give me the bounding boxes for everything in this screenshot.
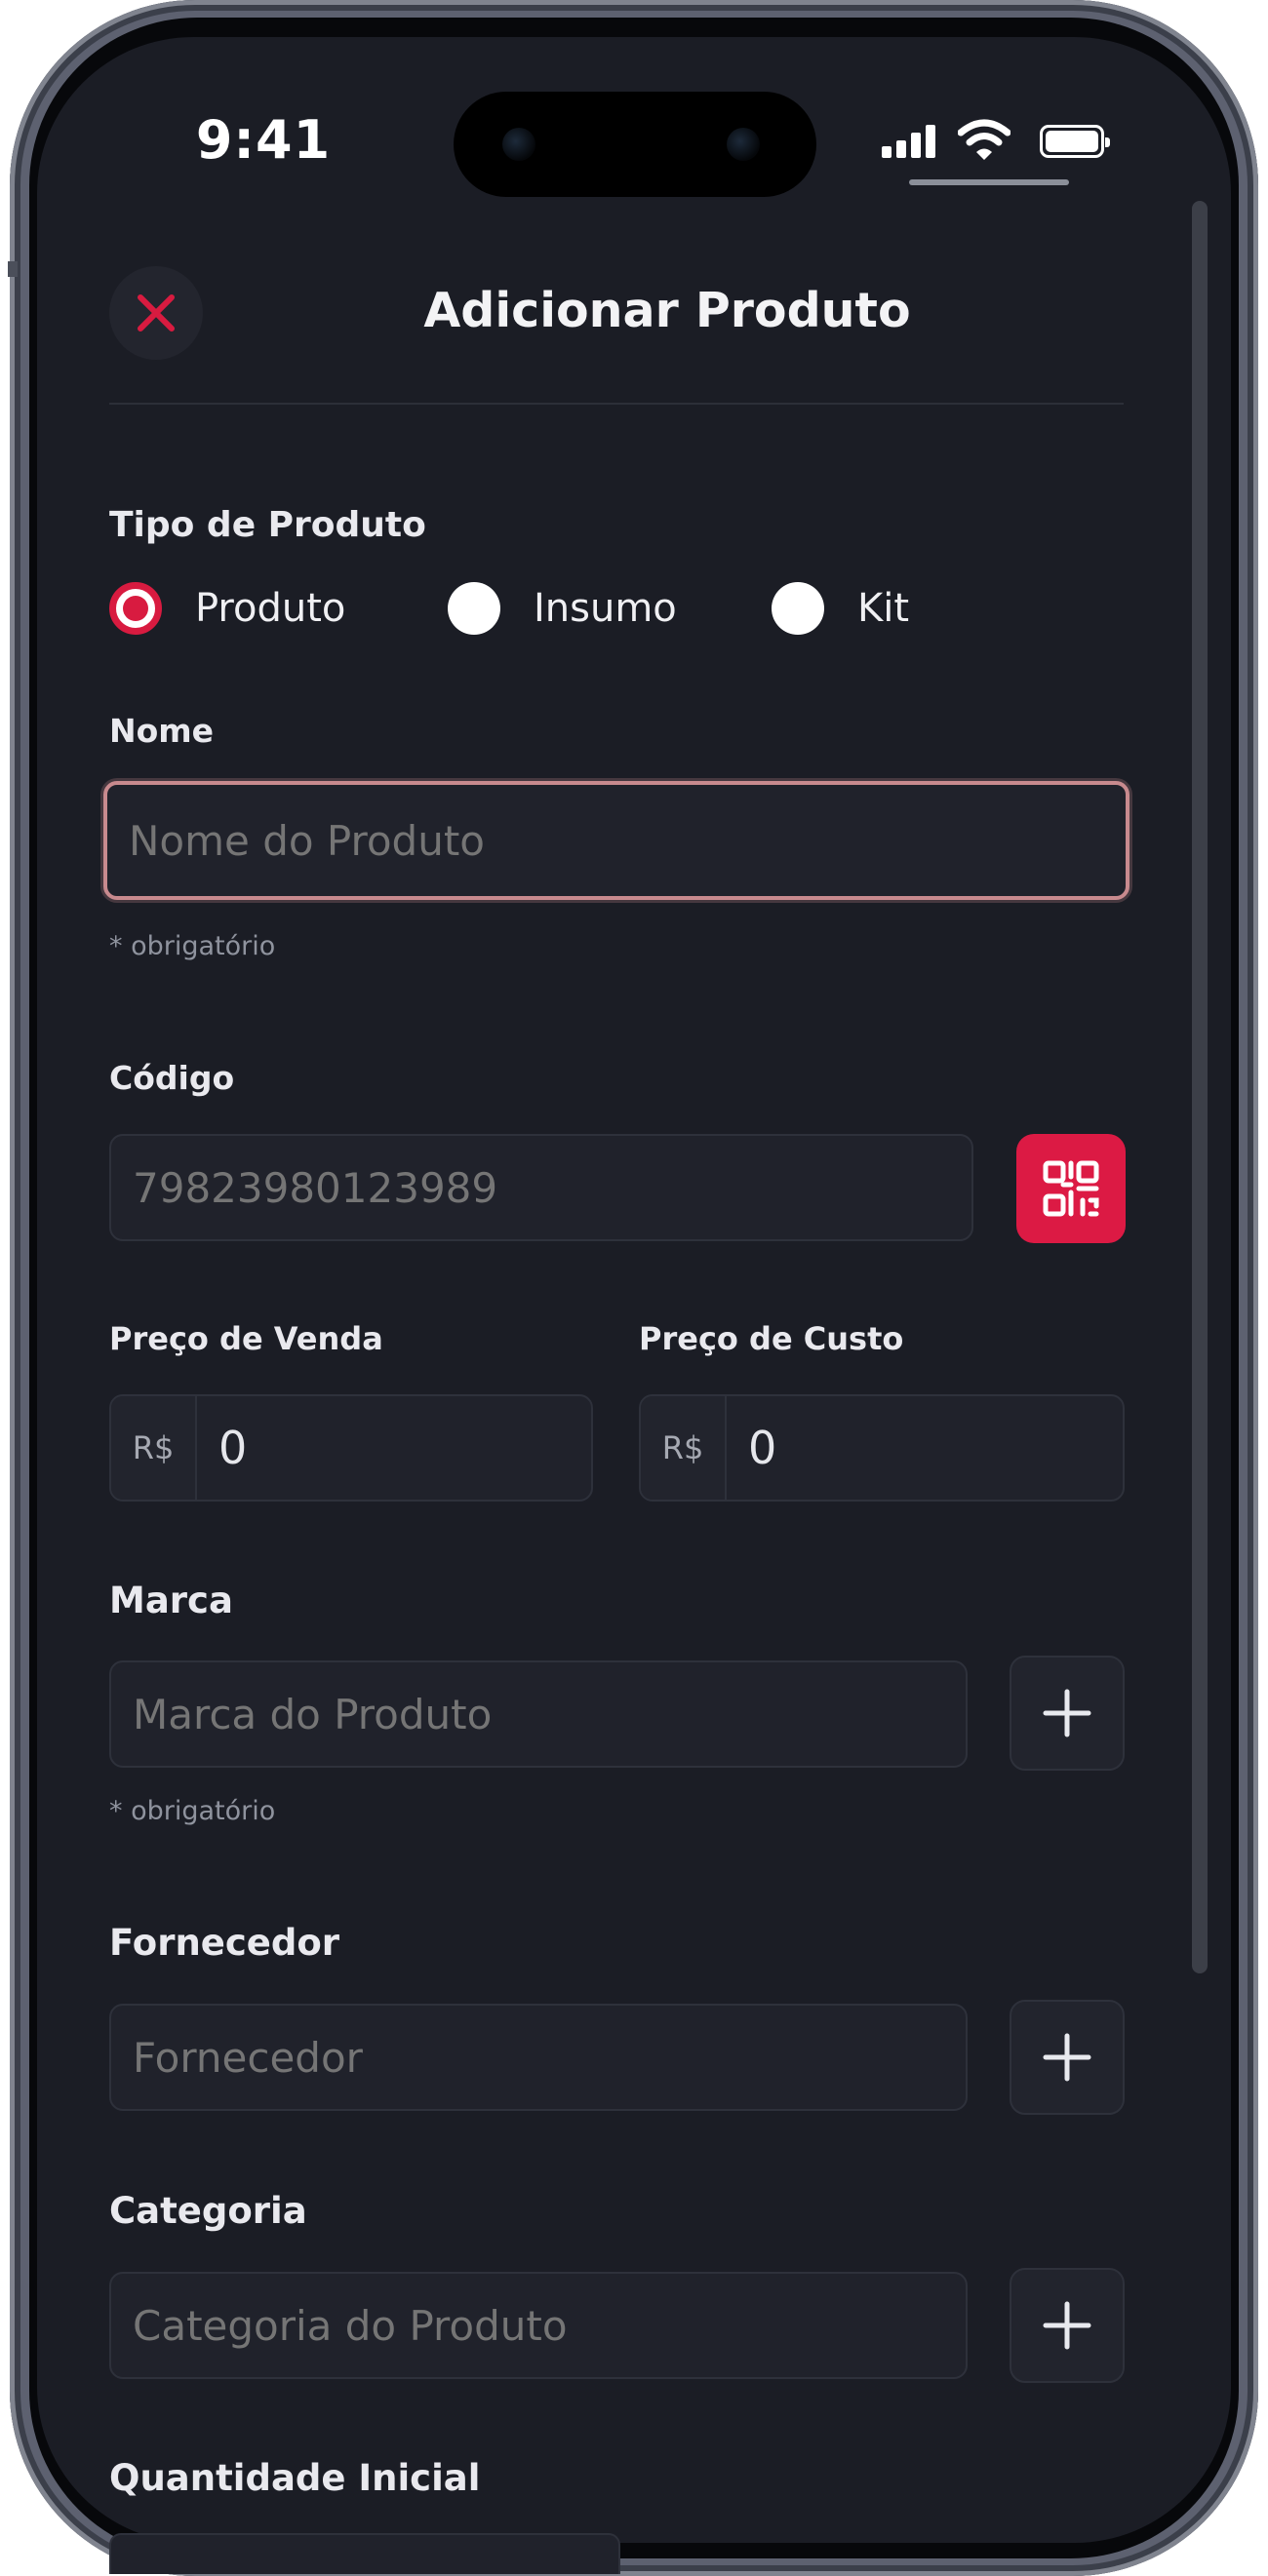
dynamic-island [454,92,816,197]
radio-kit[interactable]: Kit [772,582,909,635]
cost-price-value: 0 [748,1422,777,1474]
radio-unchecked-icon [448,582,500,635]
radio-insumo[interactable]: Insumo [448,582,677,635]
page-title: Adicionar Produto [423,283,911,338]
radio-label: Insumo [534,586,677,631]
code-input[interactable] [109,1134,973,1241]
qr-code-icon [1043,1160,1099,1217]
sensor-icon [727,128,760,161]
sale-price-value: 0 [218,1422,248,1474]
sale-price-field[interactable]: R$ 0 [109,1394,593,1502]
home-indicator [909,179,1069,185]
supplier-input[interactable] [109,2004,968,2111]
name-input[interactable] [103,781,1129,900]
category-input[interactable] [109,2272,968,2379]
plus-icon [1043,1689,1091,1737]
close-button[interactable] [109,266,203,360]
cost-price-label: Preço de Custo [639,1320,904,1357]
radio-produto[interactable]: Produto [109,582,345,635]
add-supplier-button[interactable] [1010,2000,1125,2115]
close-icon [138,294,175,332]
quantity-stepper[interactable] [109,2533,620,2574]
camera-icon [502,128,535,161]
supplier-label: Fornecedor [109,1922,340,1964]
sale-price-label: Preço de Venda [109,1320,383,1357]
initial-quantity-label: Quantidade Inicial [109,2457,481,2499]
add-category-button[interactable] [1010,2268,1125,2383]
brand-input[interactable] [109,1660,968,1768]
wifi-icon [958,119,1010,160]
category-label: Categoria [109,2190,307,2232]
add-brand-button[interactable] [1010,1656,1125,1771]
radio-label: Kit [857,586,910,631]
brand-label: Marca [109,1580,233,1621]
radio-label: Produto [195,586,346,631]
product-type-label: Tipo de Produto [109,505,426,545]
scrollbar[interactable] [1192,201,1208,1973]
header-divider [109,403,1124,405]
side-button [8,261,18,277]
plus-icon [1043,2301,1091,2350]
battery-icon [1040,125,1110,158]
name-required-hint: * obrigatório [109,931,276,961]
signal-icon [882,125,936,158]
currency-prefix: R$ [111,1396,197,1500]
name-label: Nome [109,712,215,750]
radio-unchecked-icon [772,582,824,635]
radio-checked-icon [109,582,162,635]
status-time: 9:41 [195,109,332,171]
currency-prefix: R$ [641,1396,727,1500]
code-label: Código [109,1059,235,1097]
app-screen [37,37,1231,2543]
brand-required-hint: * obrigatório [109,1796,276,1826]
scan-code-button[interactable] [1016,1134,1126,1243]
plus-icon [1043,2033,1091,2082]
cost-price-field[interactable]: R$ 0 [639,1394,1125,1502]
